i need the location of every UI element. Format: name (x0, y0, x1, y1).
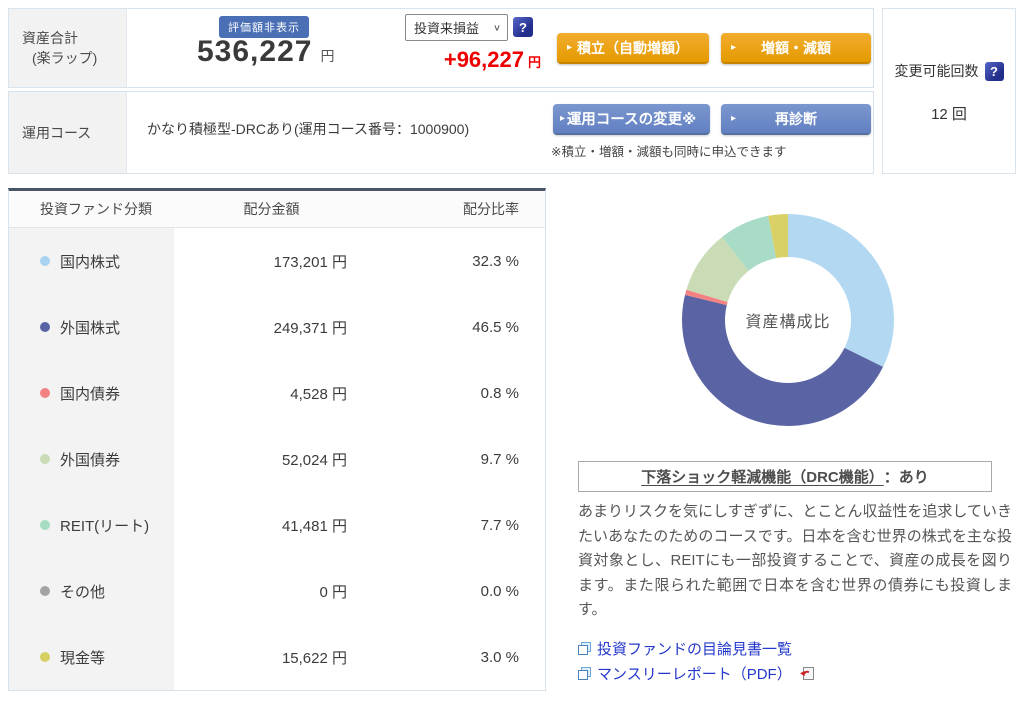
header-allocation-ratio: 配分比率 (369, 199, 545, 219)
course-description: あまりリスクを気にしすぎずに、とことん収益性を追求していきたいあなたのためのコー… (578, 500, 1012, 623)
arrow-right-icon: ▸ (567, 42, 572, 53)
rediagnosis-button-label: 再診断 (775, 109, 817, 129)
arrow-right-icon: ▸ (731, 113, 736, 124)
profit-loss-number: +96,227 (444, 47, 524, 72)
allocation-amount: 173,201 円 (174, 251, 369, 272)
monthly-report-link-row[interactable]: マンスリーレポート（PDF） (578, 663, 815, 684)
allocation-ratio: 9.7 % (369, 451, 545, 468)
allocation-amount: 15,622 円 (174, 647, 369, 668)
category-label: 外国債券 (60, 449, 120, 470)
change-count-label: 変更可能回数 (895, 61, 979, 81)
category-label: 国内株式 (60, 251, 120, 272)
category-color-dot-icon (40, 520, 50, 530)
allocation-amount: 52,024 円 (174, 449, 369, 470)
table-row: その他 0 円 0.0 % (9, 558, 545, 624)
zougen-gengaku-button-label: 増額・減額 (761, 38, 831, 58)
table-row: 現金等 15,622 円 3.0 % (9, 624, 545, 690)
total-asset-value: 536,227 円 (197, 35, 334, 69)
category-label: REIT(リート) (60, 515, 149, 536)
pdf-file-icon (800, 667, 815, 681)
total-asset-number: 536,227 (197, 35, 312, 68)
simultaneous-apply-note: ※積立・増額・減額も同時に申込できます (551, 141, 786, 160)
asset-total-label-line2: (楽ラップ) (22, 48, 126, 68)
arrow-right-icon: ▸ (560, 113, 565, 124)
table-row: 外国株式 249,371 円 46.5 % (9, 294, 545, 360)
category-color-dot-icon (40, 454, 50, 464)
change-count-help-icon[interactable]: ? (985, 62, 1004, 81)
allocation-amount: 249,371 円 (174, 317, 369, 338)
course-label: 運用コース (9, 92, 127, 173)
course-value: かなり積極型-DRCあり(運用コース番号：1000900) (147, 119, 469, 139)
allocation-ratio: 7.7 % (369, 517, 545, 534)
allocation-table-header: 投資ファンド分類 配分金額 配分比率 (9, 191, 545, 228)
category-label: 国内債券 (60, 383, 120, 404)
monthly-report-link[interactable]: マンスリーレポート（PDF） (597, 663, 792, 684)
category-color-dot-icon (40, 388, 50, 398)
profit-loss-unit: 円 (528, 55, 541, 70)
category-label: その他 (60, 581, 105, 602)
donut-chart-svg (668, 200, 908, 440)
pl-period-select[interactable]: 投資来損益 ∨ (405, 14, 508, 41)
category-label: 現金等 (60, 647, 105, 668)
allocation-ratio: 3.0 % (369, 649, 545, 666)
table-row: 外国債券 52,024 円 9.7 % (9, 426, 545, 492)
chevron-down-icon: ∨ (493, 22, 501, 32)
asset-total-panel: 資産合計 (楽ラップ) 評価額非表示 536,227円 投資来損益 ∨ ? +9… (8, 8, 874, 88)
allocation-ratio: 46.5 % (369, 319, 545, 336)
asset-total-label: 資産合計 (楽ラップ) (9, 9, 127, 87)
prospectus-link-row[interactable]: 投資ファンドの目論見書一覧 (578, 638, 792, 659)
category-color-dot-icon (40, 256, 50, 266)
category-color-dot-icon (40, 322, 50, 332)
table-row: 国内株式 173,201 円 32.3 % (9, 228, 545, 294)
drc-feature-title: 下落ショック軽減機能（DRC機能） (641, 466, 884, 487)
pl-help-icon[interactable]: ? (513, 17, 533, 37)
course-label-text: 運用コース (22, 123, 126, 143)
table-row: 国内債券 4,528 円 0.8 % (9, 360, 545, 426)
course-change-button[interactable]: ▸ 運用コースの変更※ (553, 104, 710, 135)
category-label: 外国株式 (60, 317, 120, 338)
tsumitate-button-label: 積立（自動増額） (577, 38, 689, 58)
allocation-ratio: 32.3 % (369, 253, 545, 270)
allocation-amount: 41,481 円 (174, 515, 369, 536)
donut-segment-国内株式 (788, 214, 894, 367)
rediagnosis-button[interactable]: ▸ 再診断 (721, 104, 871, 135)
tsumitate-button[interactable]: ▸ 積立（自動増額） (557, 33, 709, 64)
zougen-gengaku-button[interactable]: ▸ 増額・減額 (721, 33, 871, 64)
window-icon (578, 642, 591, 655)
allocation-ratio: 0.8 % (369, 385, 545, 402)
total-asset-unit: 円 (320, 48, 334, 64)
change-count-panel: 変更可能回数 ? 12 回 (882, 8, 1016, 174)
drc-feature-title-box: 下落ショック軽減機能（DRC機能）：あり (578, 461, 992, 492)
allocation-amount: 0 円 (174, 581, 369, 602)
category-color-dot-icon (40, 586, 50, 596)
drc-feature-status: ：あり (884, 466, 929, 487)
course-panel: 運用コース かなり積極型-DRCあり(運用コース番号：1000900) ▸ 運用… (8, 91, 874, 174)
arrow-right-icon: ▸ (731, 42, 736, 53)
table-row: REIT(リート) 41,481 円 7.7 % (9, 492, 545, 558)
window-icon (578, 667, 591, 680)
profit-loss-value: +96,227 円 (387, 47, 541, 73)
asset-composition-donut-chart: 資産構成比 (668, 200, 908, 440)
category-color-dot-icon (40, 652, 50, 662)
header-fund-category: 投資ファンド分類 (9, 191, 174, 227)
change-count-value: 12 回 (931, 103, 967, 124)
allocation-ratio: 0.0 % (369, 583, 545, 600)
allocation-table: 投資ファンド分類 配分金額 配分比率 国内株式 173,201 円 32.3 %… (8, 188, 546, 691)
allocation-amount: 4,528 円 (174, 383, 369, 404)
prospectus-link[interactable]: 投資ファンドの目論見書一覧 (597, 638, 792, 659)
asset-total-label-line1: 資産合計 (22, 28, 126, 48)
pl-period-selected-value: 投資来損益 (414, 18, 479, 37)
course-change-button-label: 運用コースの変更※ (567, 108, 696, 129)
header-allocation-amount: 配分金額 (174, 199, 369, 219)
